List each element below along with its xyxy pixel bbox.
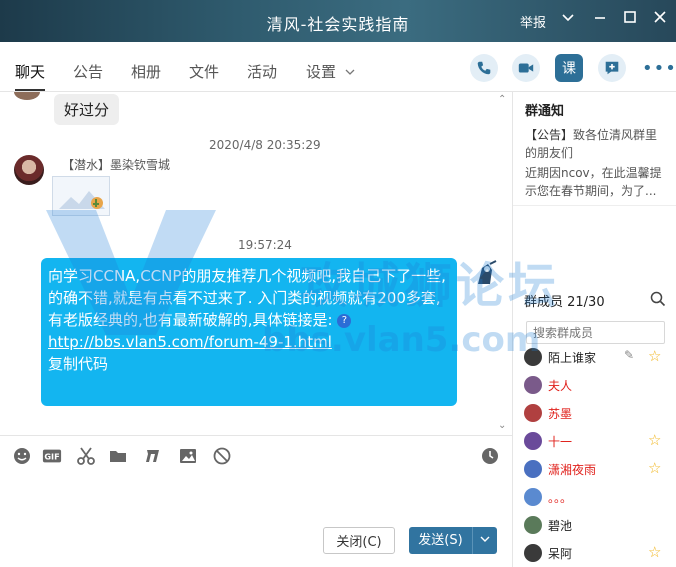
- timestamp: 19:57:24: [238, 238, 292, 252]
- report-link[interactable]: 举报: [520, 12, 546, 31]
- video-camera-icon: [518, 63, 534, 73]
- chevron-down-icon[interactable]: [558, 10, 578, 28]
- member-name: 苏墨: [548, 407, 573, 421]
- star-icon: ☆: [648, 543, 662, 561]
- group-notice-panel[interactable]: 群通知 【公告】致各位清风群里的朋友们 近期因ncov，在此温馨提示您在春节期间…: [513, 92, 676, 252]
- avatar[interactable]: [470, 258, 500, 288]
- member-name: 陌上谁家: [548, 351, 597, 365]
- minimize-icon[interactable]: [590, 10, 610, 28]
- notice-title: 群通知: [525, 104, 565, 119]
- notice-line-2: 近期因ncov，在此温馨提示您在春节期间，为了...: [525, 166, 662, 198]
- member-item[interactable]: 苏墨: [524, 402, 674, 424]
- member-name: 碧池: [548, 519, 573, 533]
- member-name: 夫人: [548, 379, 573, 393]
- close-icon[interactable]: [650, 10, 670, 28]
- image-placeholder-icon: [59, 191, 105, 209]
- avatar: [524, 432, 542, 450]
- copy-code-link[interactable]: 复制代码: [48, 355, 108, 373]
- chevron-down-icon: [345, 69, 355, 75]
- tab-settings[interactable]: 设置: [306, 61, 355, 82]
- tab-announcement[interactable]: 公告: [73, 61, 103, 82]
- add-app-button[interactable]: [598, 54, 626, 82]
- message-bubble: 向学习CCNA,CCNP的朋友推荐几个视频吧,我自己下了一些,的确不错,就是有点…: [41, 258, 457, 406]
- close-button[interactable]: 关闭(C): [323, 527, 395, 554]
- member-name: 呆阿: [548, 547, 573, 561]
- member-item[interactable]: 呆阿 ☆: [524, 542, 674, 564]
- star-icon: ☆: [648, 431, 662, 449]
- avatar: [524, 404, 542, 422]
- notice-text: 【公告】致各位清风群里的朋友们: [525, 126, 664, 162]
- svg-text:GIF: GIF: [44, 452, 59, 462]
- tab-bar: 聊天 公告 相册 文件 活动 设置 课 •••: [0, 42, 676, 104]
- folder-icon[interactable]: [108, 446, 128, 466]
- member-count: 群成员 21/30: [524, 295, 605, 310]
- gif-icon[interactable]: GIF: [42, 446, 64, 466]
- member-item[interactable]: 潇湘夜雨 ☆: [524, 458, 674, 480]
- block-icon[interactable]: [212, 446, 232, 466]
- more-icon[interactable]: •••: [642, 58, 676, 79]
- member-name: 潇湘夜雨: [548, 463, 597, 477]
- video-call-button[interactable]: [512, 54, 540, 82]
- tab-settings-label: 设置: [306, 63, 337, 81]
- member-item[interactable]: 夫人: [524, 374, 674, 396]
- title-bar: 清风-社会实践指南 举报: [0, 0, 676, 42]
- tab-chat[interactable]: 聊天: [15, 61, 46, 91]
- divider: [513, 205, 676, 206]
- notice-tag: 【公告】: [525, 128, 574, 142]
- collapse-icon[interactable]: ⌃: [498, 94, 506, 105]
- message-link[interactable]: http://bbs.vlan5.com/forum-49-1.html: [48, 333, 332, 351]
- tab-album[interactable]: 相册: [131, 61, 161, 82]
- member-item[interactable]: 陌上谁家 ✎ ☆: [524, 346, 674, 368]
- member-search-input[interactable]: [526, 321, 665, 344]
- history-clock-icon[interactable]: [480, 446, 500, 466]
- member-list-panel: 群成员 21/30 陌上谁家 ✎ ☆ 夫人苏墨十一 ☆ 潇湘夜雨 ☆ 。。。碧池呆阿 ☆: [513, 280, 676, 567]
- avatar[interactable]: [14, 155, 44, 185]
- send-button[interactable]: 发送(S): [409, 527, 497, 554]
- voice-call-button[interactable]: [470, 54, 498, 82]
- avatar: [524, 516, 542, 534]
- music-icon[interactable]: [142, 446, 162, 466]
- emoji-icon[interactable]: [12, 446, 32, 466]
- input-toolbar: GIF: [0, 435, 512, 477]
- phone-icon: [477, 61, 491, 75]
- message-text: 向学习CCNA,CCNP的朋友推荐几个视频吧,我自己下了一些,的确不错,就是有点…: [48, 267, 446, 329]
- image-icon[interactable]: [178, 446, 198, 466]
- timestamp: 2020/4/8 20:35:29: [209, 138, 321, 152]
- help-icon[interactable]: ?: [337, 313, 352, 328]
- send-options-chevron-icon[interactable]: [473, 527, 497, 554]
- send-label[interactable]: 发送(S): [409, 527, 473, 554]
- member-item[interactable]: 。。。: [524, 486, 674, 508]
- course-button[interactable]: 课: [555, 54, 583, 82]
- search-icon[interactable]: [650, 291, 666, 307]
- course-label: 课: [562, 61, 576, 77]
- avatar: [14, 92, 40, 100]
- sender-name[interactable]: 【潜水】墨染钦雪城: [62, 156, 170, 173]
- plus-chat-icon: [605, 61, 619, 75]
- avatar: [524, 376, 542, 394]
- star-icon: ☆: [648, 459, 662, 477]
- avatar: [524, 348, 542, 366]
- avatar: [524, 544, 542, 562]
- scissors-icon[interactable]: [76, 446, 96, 466]
- tab-files[interactable]: 文件: [189, 61, 219, 82]
- maximize-icon[interactable]: [620, 10, 640, 28]
- expand-icon[interactable]: ⌄: [498, 420, 506, 431]
- member-item[interactable]: 碧池: [524, 514, 674, 536]
- tab-activity[interactable]: 活动: [247, 61, 277, 82]
- image-message[interactable]: [52, 176, 110, 216]
- member-item[interactable]: 十一 ☆: [524, 430, 674, 452]
- avatar: [524, 488, 542, 506]
- member-name: 十一: [548, 435, 573, 449]
- chat-history: 好过分 ⌃ 2020/4/8 20:35:29 【潜水】墨染钦雪城 19:57:…: [0, 92, 512, 435]
- avatar: [524, 460, 542, 478]
- star-icon: ☆: [648, 347, 662, 365]
- member-name: 。。。: [548, 491, 573, 505]
- message-bubble: 好过分: [54, 94, 120, 125]
- edit-icon[interactable]: ✎: [624, 348, 634, 362]
